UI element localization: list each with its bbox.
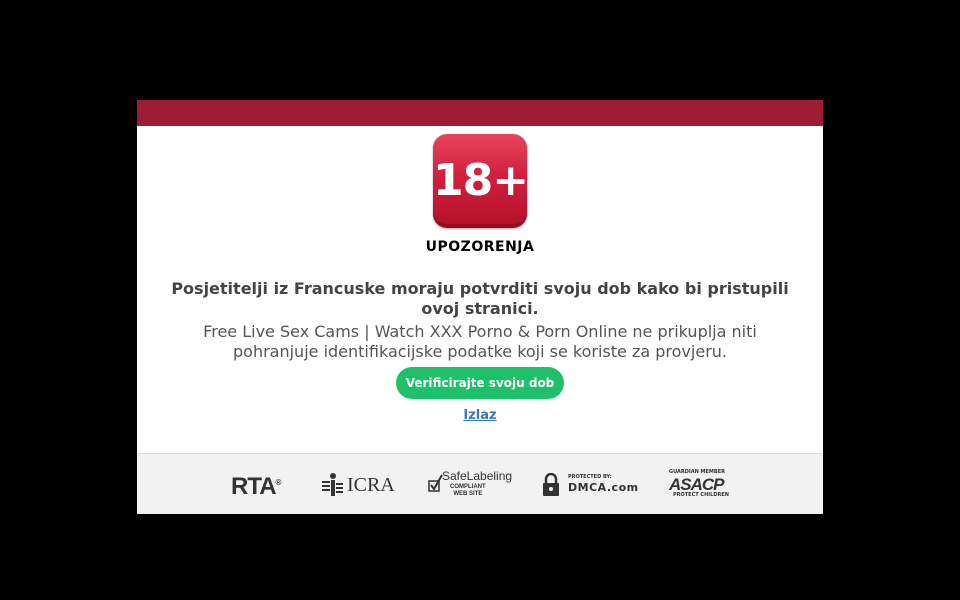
dmca-logo-text: DMCA.com [568,481,639,494]
icra-logo-text: ICRA [347,474,395,496]
modal-header-bar [137,100,823,126]
padlock-icon [543,473,559,496]
verify-age-button[interactable]: Verificirajte svoju dob [396,367,564,399]
asacp-logo: GUARDIAN MEMBER ASACP PROTECT CHILDREN [669,469,729,499]
age-verification-modal: 18+ UPOZORENJA Posjetitelji iz Francuske… [137,100,823,514]
dmca-logo: PROTECTED BY: DMCA.com [542,473,642,497]
modal-body: 18+ UPOZORENJA Posjetitelji iz Francuske… [137,126,823,453]
registered-mark: ® [275,478,282,487]
dmca-protected-by-text: PROTECTED BY: [568,474,612,480]
asacp-protect-children-text: PROTECT CHILDREN [673,492,729,498]
safelabeling-title: SafeLabeling [442,469,513,483]
safelabeling-logo: SafeLabeling COMPLIANT WEB SITE [428,469,512,499]
trust-logos-footer: RTA® ICRA SafeLabeling COMPLIANT WEB SIT… [137,453,823,514]
icra-figure-icon [322,473,343,496]
rta-logo: RTA® [231,473,281,501]
age-18-plus-badge: 18+ [433,134,529,228]
exit-link[interactable]: Izlaz [137,408,823,423]
age-requirement-headline: Posjetitelji iz Francuske moraju potvrdi… [171,279,789,318]
safelabeling-subtitle: COMPLIANT WEB SITE [450,484,486,498]
safelabeling-website-text: WEB SITE [453,491,483,497]
warning-title: UPOZORENJA [425,239,535,255]
rta-logo-text: RTA [231,473,277,500]
privacy-notice-text: Free Live Sex Cams | Watch XXX Porno & P… [203,322,757,361]
safelabeling-compliant-text: COMPLIANT [450,484,486,490]
